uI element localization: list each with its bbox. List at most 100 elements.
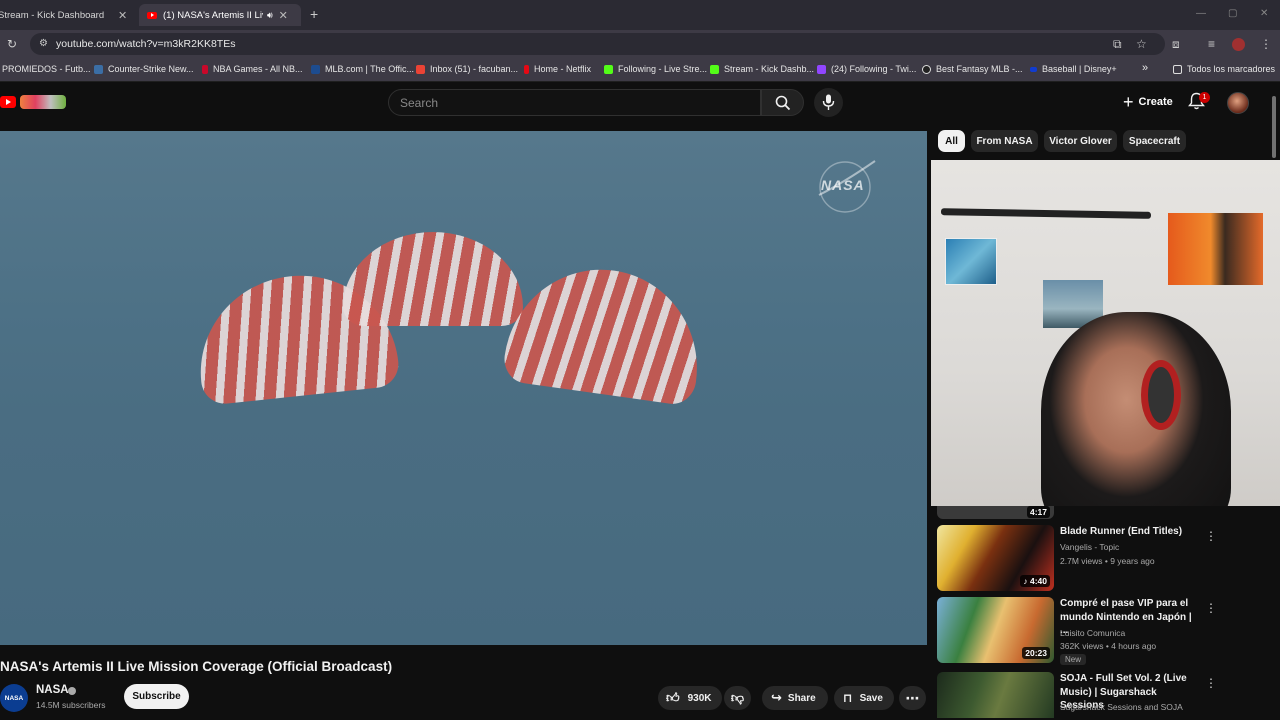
bookmark-item[interactable]: Baseball | Disney+	[1030, 64, 1117, 74]
cast-icon[interactable]: ⧉	[1113, 37, 1122, 52]
duration-text: 4:40	[1029, 576, 1047, 586]
more-actions-button[interactable]: ⋯	[899, 686, 926, 710]
voice-search-button[interactable]	[814, 88, 843, 117]
tab-nasa-artemis[interactable]: (1) NASA's Artemis II Live M 🔊︎ ✕	[139, 4, 301, 26]
kick-icon	[604, 64, 613, 74]
fantasy-icon	[922, 64, 931, 74]
reload-icon[interactable]: ↻	[7, 37, 17, 51]
search-input[interactable]: Search	[388, 89, 761, 116]
channel-avatar[interactable]: NASA	[0, 684, 28, 712]
bookmark-item[interactable]: Best Fantasy MLB -...	[922, 64, 1023, 74]
subscriber-count: 14.5M subscribers	[36, 700, 106, 710]
save-button[interactable]: ⊓ Save	[834, 686, 894, 710]
bookmarks-bar: PROMIEDOS - Futb... Counter-Strike New..…	[0, 58, 1280, 82]
recommendation-channel[interactable]: Vangelis - Topic	[1060, 542, 1119, 552]
site-info-icon[interactable]: ⚙	[39, 38, 48, 49]
subscribe-button[interactable]: Subscribe	[124, 684, 189, 709]
bookmark-item[interactable]: Following - Live Stre...	[604, 64, 707, 74]
speaker-icon[interactable]: 🔊︎	[267, 10, 273, 21]
more-bookmarks-icon[interactable]: »	[1142, 62, 1148, 74]
recommendation-item[interactable]: ♪ 4:40 Blade Runner (End Titles) Vangeli…	[937, 525, 1272, 593]
youtube-icon	[147, 11, 157, 19]
bookmark-item[interactable]: Counter-Strike New...	[94, 64, 194, 74]
search-icon	[775, 95, 791, 111]
recommendation-channel[interactable]: Luisito Comunica	[1060, 628, 1125, 638]
nasa-watermark-logo: NASA	[813, 157, 877, 213]
video-thumbnail[interactable]	[937, 672, 1054, 718]
watermark-text: NASA	[821, 177, 865, 193]
new-badge: New	[1060, 654, 1087, 665]
bookmark-item[interactable]: (24) Following - Twi...	[817, 64, 916, 74]
katana-wall-mount	[940, 208, 1152, 219]
verified-badge-icon	[68, 687, 76, 695]
video-player[interactable]	[0, 131, 927, 645]
recommendation-item[interactable]: 20:23 Compré el pase VIP para el mundo N…	[937, 597, 1272, 667]
search-button[interactable]	[761, 89, 804, 116]
recommendation-title[interactable]: Blade Runner (End Titles)	[1060, 525, 1200, 539]
youtube-masthead: Search + Create	[0, 82, 1280, 130]
chip-from-nasa[interactable]: From NASA	[971, 130, 1038, 152]
close-icon[interactable]: ✕	[118, 9, 127, 22]
recommendation-meta: 362K views • 4 hours ago	[1060, 641, 1157, 651]
duration-badge: ♪ 4:40	[1020, 575, 1050, 587]
chip-victor-glover[interactable]: Victor Glover	[1044, 130, 1117, 152]
sidebar-scrollbar[interactable]	[1272, 96, 1276, 158]
recommendation-item[interactable]: SOJA - Full Set Vol. 2 (Live Music) | Su…	[937, 672, 1272, 718]
partial-recommendation-thumbnail[interactable]: 4:17	[937, 506, 1054, 519]
plus-icon: +	[1123, 91, 1134, 112]
chip-spacecraft[interactable]: Spacecraft	[1123, 130, 1186, 152]
video-thumbnail[interactable]: ♪ 4:40	[937, 525, 1054, 591]
dislike-button[interactable]: 👎︎	[724, 686, 751, 710]
bookmark-item[interactable]: MLB.com | The Offic...	[311, 64, 414, 74]
address-toolbar: ↻ ⚙ youtube.com/watch?v=m3kR2KK8TEs ⧉ ☆ …	[0, 30, 1280, 58]
close-window-icon[interactable]: ✕	[1260, 8, 1268, 19]
profile-icon[interactable]	[1232, 38, 1245, 51]
tab-kick-dashboard[interactable]: Stream - Kick Dashboard ✕	[0, 4, 135, 26]
save-label: Save	[859, 692, 883, 704]
video-thumbnail[interactable]: 20:23	[937, 597, 1054, 663]
bookmark-label: Todos los marcadores	[1187, 64, 1276, 74]
tab-title: Stream - Kick Dashboard	[0, 9, 105, 21]
media-icon[interactable]: ≡	[1208, 37, 1215, 51]
account-avatar[interactable]	[1227, 92, 1249, 114]
bookmark-item[interactable]: PROMIEDOS - Futb...	[2, 64, 91, 74]
close-icon[interactable]: ✕	[279, 9, 288, 22]
channel-avatar-text: NASA	[4, 694, 24, 702]
like-button[interactable]: 👍︎ 930K	[658, 686, 722, 710]
create-button[interactable]: + Create	[1113, 89, 1183, 115]
youtube-logo[interactable]	[0, 94, 70, 110]
headphones-graphic	[1141, 360, 1181, 430]
all-bookmarks-folder[interactable]: Todos los marcadores	[1173, 64, 1275, 74]
maximize-icon[interactable]: ▢	[1228, 8, 1237, 19]
bookmark-item[interactable]: Inbox (51) - facuban...	[416, 64, 518, 74]
counter-strike-icon	[94, 64, 103, 74]
channel-name[interactable]: NASA	[36, 684, 69, 696]
mlb-icon	[311, 64, 320, 74]
parachute-right	[501, 257, 710, 407]
url-field[interactable]: ⚙ youtube.com/watch?v=m3kR2KK8TEs	[30, 33, 1165, 55]
new-tab-button[interactable]: +	[310, 6, 318, 22]
disney-icon	[1030, 66, 1037, 72]
menu-kebab-icon[interactable]: ⋮	[1260, 37, 1272, 51]
parachute-center	[343, 232, 523, 326]
nba-icon	[202, 64, 208, 74]
tab-title: (1) NASA's Artemis II Live M	[163, 9, 263, 21]
bookmark-star-icon[interactable]: ☆	[1136, 37, 1147, 51]
bookmark-label: (24) Following - Twi...	[831, 64, 917, 74]
like-count: 930K	[687, 692, 712, 704]
minimize-icon[interactable]: —	[1196, 8, 1206, 19]
bookmark-item[interactable]: Home - Netflix	[524, 64, 591, 74]
chip-all[interactable]: All	[938, 130, 965, 152]
extensions-icon[interactable]: ⧈	[1172, 37, 1180, 52]
more-options-icon[interactable]: ⋮	[1205, 529, 1217, 543]
bookmark-item[interactable]: NBA Games - All NB...	[202, 64, 303, 74]
recommendation-meta: 2.7M views • 9 years ago	[1060, 556, 1155, 566]
more-options-icon[interactable]: ⋮	[1205, 676, 1217, 690]
share-button[interactable]: ↪ Share	[762, 686, 828, 710]
kick-icon	[710, 64, 719, 74]
bookmark-item[interactable]: Stream - Kick Dashb...	[710, 64, 814, 74]
duration-badge: 4:17	[1026, 506, 1050, 518]
more-options-icon[interactable]: ⋮	[1205, 601, 1217, 615]
music-note-icon: ♪	[1023, 576, 1030, 586]
recommendation-channel[interactable]: Sugarshack Sessions and SOJA	[1060, 702, 1183, 712]
